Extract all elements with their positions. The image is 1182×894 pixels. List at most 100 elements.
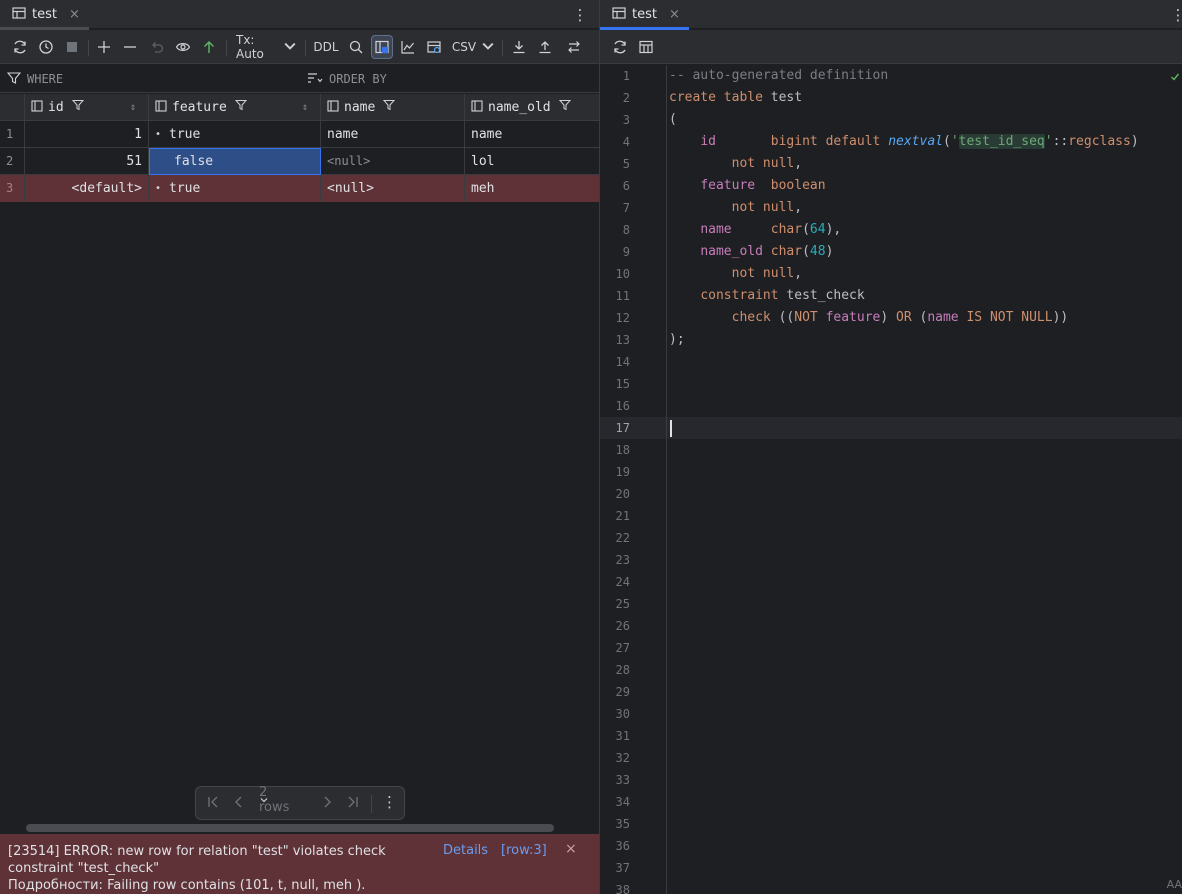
cell-id[interactable]: <default> [25,175,149,202]
cell-name[interactable]: <null> [321,175,465,202]
tx-mode-label: Tx: Auto [236,33,264,61]
cell-id[interactable]: 1 [25,121,149,148]
add-row-icon[interactable] [94,35,114,59]
line-number: 19 [615,465,630,479]
delete-row-icon[interactable] [120,35,140,59]
line-number: 6 [622,179,630,193]
filter-icon[interactable] [234,99,247,115]
grid-header: id ⇕ feature ⇕ name name_old [0,94,599,121]
sort-arrows-icon[interactable]: ⇕ [130,102,136,113]
close-icon[interactable]: × [565,841,577,857]
cell-name-old[interactable]: meh [465,175,599,202]
error-panel: [23514] ERROR: new row for relation "tes… [0,834,599,894]
more-options-icon[interactable]: ⋮ [1170,0,1182,29]
line-number: 12 [615,311,630,325]
column-header-name[interactable]: name [321,94,465,121]
order-by-filter[interactable]: ORDER BY [307,65,387,93]
tab-label: test [632,7,657,22]
code-line: not null, [731,200,803,215]
line-number: 15 [615,377,630,391]
more-options-icon[interactable]: ⋮ [572,0,588,29]
where-filter[interactable]: WHERE [6,65,63,93]
line-number: 20 [615,487,630,501]
cell-feature[interactable]: • true [149,121,321,148]
horizontal-scrollbar[interactable] [26,824,554,832]
chevron-down-icon [480,38,496,57]
cell-name-old[interactable]: lol [465,148,599,175]
export-format-dropdown[interactable]: CSV [452,35,496,59]
filter-icon[interactable] [558,99,571,115]
view-mode-icon[interactable] [424,35,444,59]
tx-mode-dropdown[interactable]: Tx: Auto [236,33,298,61]
refresh-icon[interactable] [10,35,30,59]
row-link[interactable]: [row:3] [501,843,547,858]
row-number[interactable]: 2 [0,148,25,175]
ddl-button[interactable]: DDL [312,35,340,59]
revert-icon[interactable] [147,35,167,59]
column-header-id[interactable]: id ⇕ [25,94,149,121]
stop-icon[interactable] [62,35,82,59]
upload-icon[interactable] [535,35,555,59]
line-number: 28 [615,663,630,677]
filter-icon[interactable] [71,99,84,115]
submit-icon[interactable] [199,35,219,59]
table-row-error[interactable]: 3 <default> • true <null> meh [0,175,599,202]
search-icon[interactable] [346,35,366,59]
close-icon[interactable]: × [69,7,80,22]
tab-test-data[interactable]: test × [0,0,89,30]
details-link[interactable]: Details [443,843,488,858]
cell-feature[interactable]: • true [149,175,321,202]
line-number: 30 [615,707,630,721]
preview-changes-icon[interactable] [173,35,193,59]
corner-cell[interactable] [0,94,25,121]
code-line: -- auto-generated definition [669,68,889,83]
reader-mode-label[interactable]: AA [1167,878,1182,891]
table-row[interactable]: 1 1 • true name name [0,121,599,148]
page-size-dropdown[interactable]: 2 rows [259,785,289,815]
more-options-icon[interactable]: ⋮ [382,793,397,811]
column-icon [155,99,167,115]
line-number: 8 [622,223,630,237]
value-editor-icon[interactable] [371,35,393,59]
cell-id[interactable]: 51 [25,148,149,175]
cell-feature-selected[interactable]: false [149,148,321,175]
row-number[interactable]: 3 [0,175,25,202]
ddl-editor-pane: test × ⋮ 1 2 3 4 5 6 7 8 9 10 11 12 13 14 15 16 17 18 19 20… [600,0,1182,894]
first-page-icon[interactable] [206,794,220,814]
refresh-icon[interactable] [610,35,630,59]
compare-icon[interactable] [562,35,586,59]
table-view-icon[interactable] [636,35,656,59]
chart-icon[interactable] [398,35,418,59]
line-number: 36 [615,839,630,853]
data-toolbar: Tx: Auto DDL CSV [0,30,599,64]
sort-icon [307,71,323,88]
last-page-icon[interactable] [346,794,360,814]
cell-name[interactable]: <null> [321,148,465,175]
row-number[interactable]: 1 [0,121,25,148]
line-number: 9 [622,245,630,259]
prev-page-icon[interactable] [232,794,246,814]
history-icon[interactable] [36,35,56,59]
line-number-gutter: 1 2 3 4 5 6 7 8 9 10 11 12 13 14 15 16 17 18 19 20 21 22 23 24 2… [600,65,667,894]
line-number: 38 [615,883,630,894]
next-page-icon[interactable] [320,794,334,814]
table-row[interactable]: 2 51 false <null> lol [0,148,599,175]
filter-icon[interactable] [383,99,396,115]
tab-label: test [32,7,57,22]
tab-test-ddl[interactable]: test × [600,0,689,30]
code-area[interactable]: -- auto-generated definition create tabl… [669,65,1182,894]
close-icon[interactable]: × [669,7,680,22]
toolbar-divider [502,40,503,56]
column-header-feature[interactable]: feature ⇕ [149,94,321,121]
column-header-name-old[interactable]: name_old [465,94,599,121]
column-icon [31,99,43,115]
sort-arrows-icon[interactable]: ⇕ [302,102,308,113]
cell-value: true [169,126,201,142]
line-number: 35 [615,817,630,831]
cell-name-old[interactable]: name [465,121,599,148]
line-number: 32 [615,751,630,765]
download-icon[interactable] [509,35,529,59]
checkmark-icon [1170,72,1180,85]
cell-name[interactable]: name [321,121,465,148]
line-number: 4 [622,135,630,149]
